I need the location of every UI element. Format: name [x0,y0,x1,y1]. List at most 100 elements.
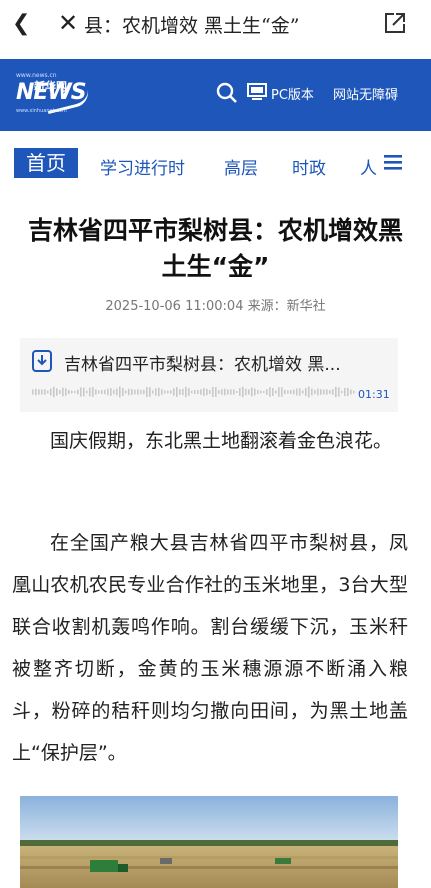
audio-download-icon[interactable] [32,350,52,372]
menu-icon[interactable] [384,154,402,170]
waveform-bar [215,387,217,397]
waveform-bar [116,388,118,396]
waveform-bar [275,390,277,394]
waveform-bar [191,390,193,394]
waveform-bar [272,388,274,396]
waveform-bar [353,390,355,394]
waveform-bar [89,387,91,397]
waveform-bar [173,388,175,396]
waveform-bar [221,389,223,395]
close-icon[interactable]: ✕ [58,9,78,37]
harvest-field-image [20,796,398,888]
waveform-bar [263,390,265,394]
waveform-bar [206,388,208,396]
search-icon[interactable] [216,82,238,104]
nav-item-people[interactable]: 人 [360,154,377,179]
article-meta: 2025-10-06 11:00:04 来源：新华社 [105,299,326,314]
waveform-bar [155,388,157,396]
waveform-bar [257,390,259,394]
waveform-bar [254,388,256,396]
waveform-bar [251,387,253,397]
pc-version-link[interactable]: PC版本 [271,84,314,103]
audio-waveform[interactable] [32,386,358,398]
waveform-bar [224,388,226,396]
waveform-bar [164,390,166,394]
waveform-bar [293,389,295,395]
waveform-bar [44,389,46,395]
waveform-bar [230,389,232,395]
nav-item-study[interactable]: 学习进行时 [100,154,185,179]
waveform-bar [350,389,352,395]
waveform-bar [122,388,124,396]
waveform-bar [71,390,73,394]
nav-item-politics[interactable]: 时政 [292,154,326,179]
audio-title: 吉林省四平市梨树县：农机增效 黑... [64,355,341,375]
waveform-bar [278,387,280,397]
waveform-bar [125,390,127,394]
waveform-bar [227,389,229,395]
waveform-bar [95,389,97,395]
waveform-bar [218,390,220,394]
waveform-bar [332,389,334,395]
waveform-bar [281,387,283,397]
waveform-bar [284,389,286,395]
waveform-bar [260,390,262,394]
waveform-bar [179,389,181,395]
share-icon[interactable] [384,12,406,34]
accessibility-link[interactable]: 网站无障碍 [333,84,398,103]
waveform-bar [140,389,142,395]
waveform-bar [143,389,145,395]
waveform-bar [338,387,340,397]
article-photo [20,796,398,888]
audio-player[interactable]: 吉林省四平市梨树县：农机增效 黑... 01:31 [20,338,398,412]
waveform-bar [326,389,328,395]
waveform-bar [314,390,316,394]
waveform-bar [104,389,106,395]
waveform-bar [203,388,205,396]
waveform-bar [137,389,139,395]
waveform-bar [86,390,88,394]
waveform-bar [47,390,49,394]
waveform-bar [185,386,187,398]
waveform-bar [62,387,64,397]
waveform-bar [194,389,196,395]
waveform-bar [320,389,322,395]
monitor-icon[interactable] [247,83,267,101]
browser-top-bar: ❮ ✕ 县：农机增效 黑土生“金” [0,0,431,48]
waveform-bar [41,389,43,395]
waveform-bar [296,388,298,396]
waveform-bar [176,387,178,397]
article-paragraph: 在全国产粮大县吉林省四平市梨树县，凤凰山农机农民专业合作社的玉米地里，3台大型联… [12,532,408,764]
waveform-bar [341,390,343,394]
waveform-bar [65,388,67,396]
waveform-bar [239,387,241,397]
waveform-bar [170,390,172,394]
waveform-bar [161,389,163,395]
waveform-bar [182,388,184,396]
channel-nav: 首页 学习进行时 高层 时政 人 [0,140,431,186]
waveform-bar [107,388,109,396]
waveform-bar [323,389,325,395]
waveform-bar [158,387,160,397]
waveform-bar [131,389,133,395]
waveform-bar [236,390,238,394]
waveform-bar [59,389,61,395]
waveform-bar [167,390,169,394]
waveform-bar [299,388,301,396]
back-icon[interactable]: ❮ [12,11,30,36]
waveform-bar [305,388,307,396]
browser-title: 县：农机增效 黑土生“金” [84,15,300,37]
nav-item-leaders[interactable]: 高层 [224,154,258,179]
waveform-bar [83,387,85,397]
waveform-bar [68,389,70,395]
site-logo[interactable]: www.news.cn NEWS 新华网 www.xinhuanet.com [12,72,92,118]
waveform-bar [290,389,292,395]
waveform-bar [269,387,271,397]
waveform-bar [53,386,55,398]
waveform-bar [266,389,268,395]
waveform-bar [248,389,250,395]
nav-item-home[interactable]: 首页 [14,148,78,178]
waveform-bar [74,390,76,394]
waveform-bar [101,389,103,395]
waveform-bar [50,388,52,396]
